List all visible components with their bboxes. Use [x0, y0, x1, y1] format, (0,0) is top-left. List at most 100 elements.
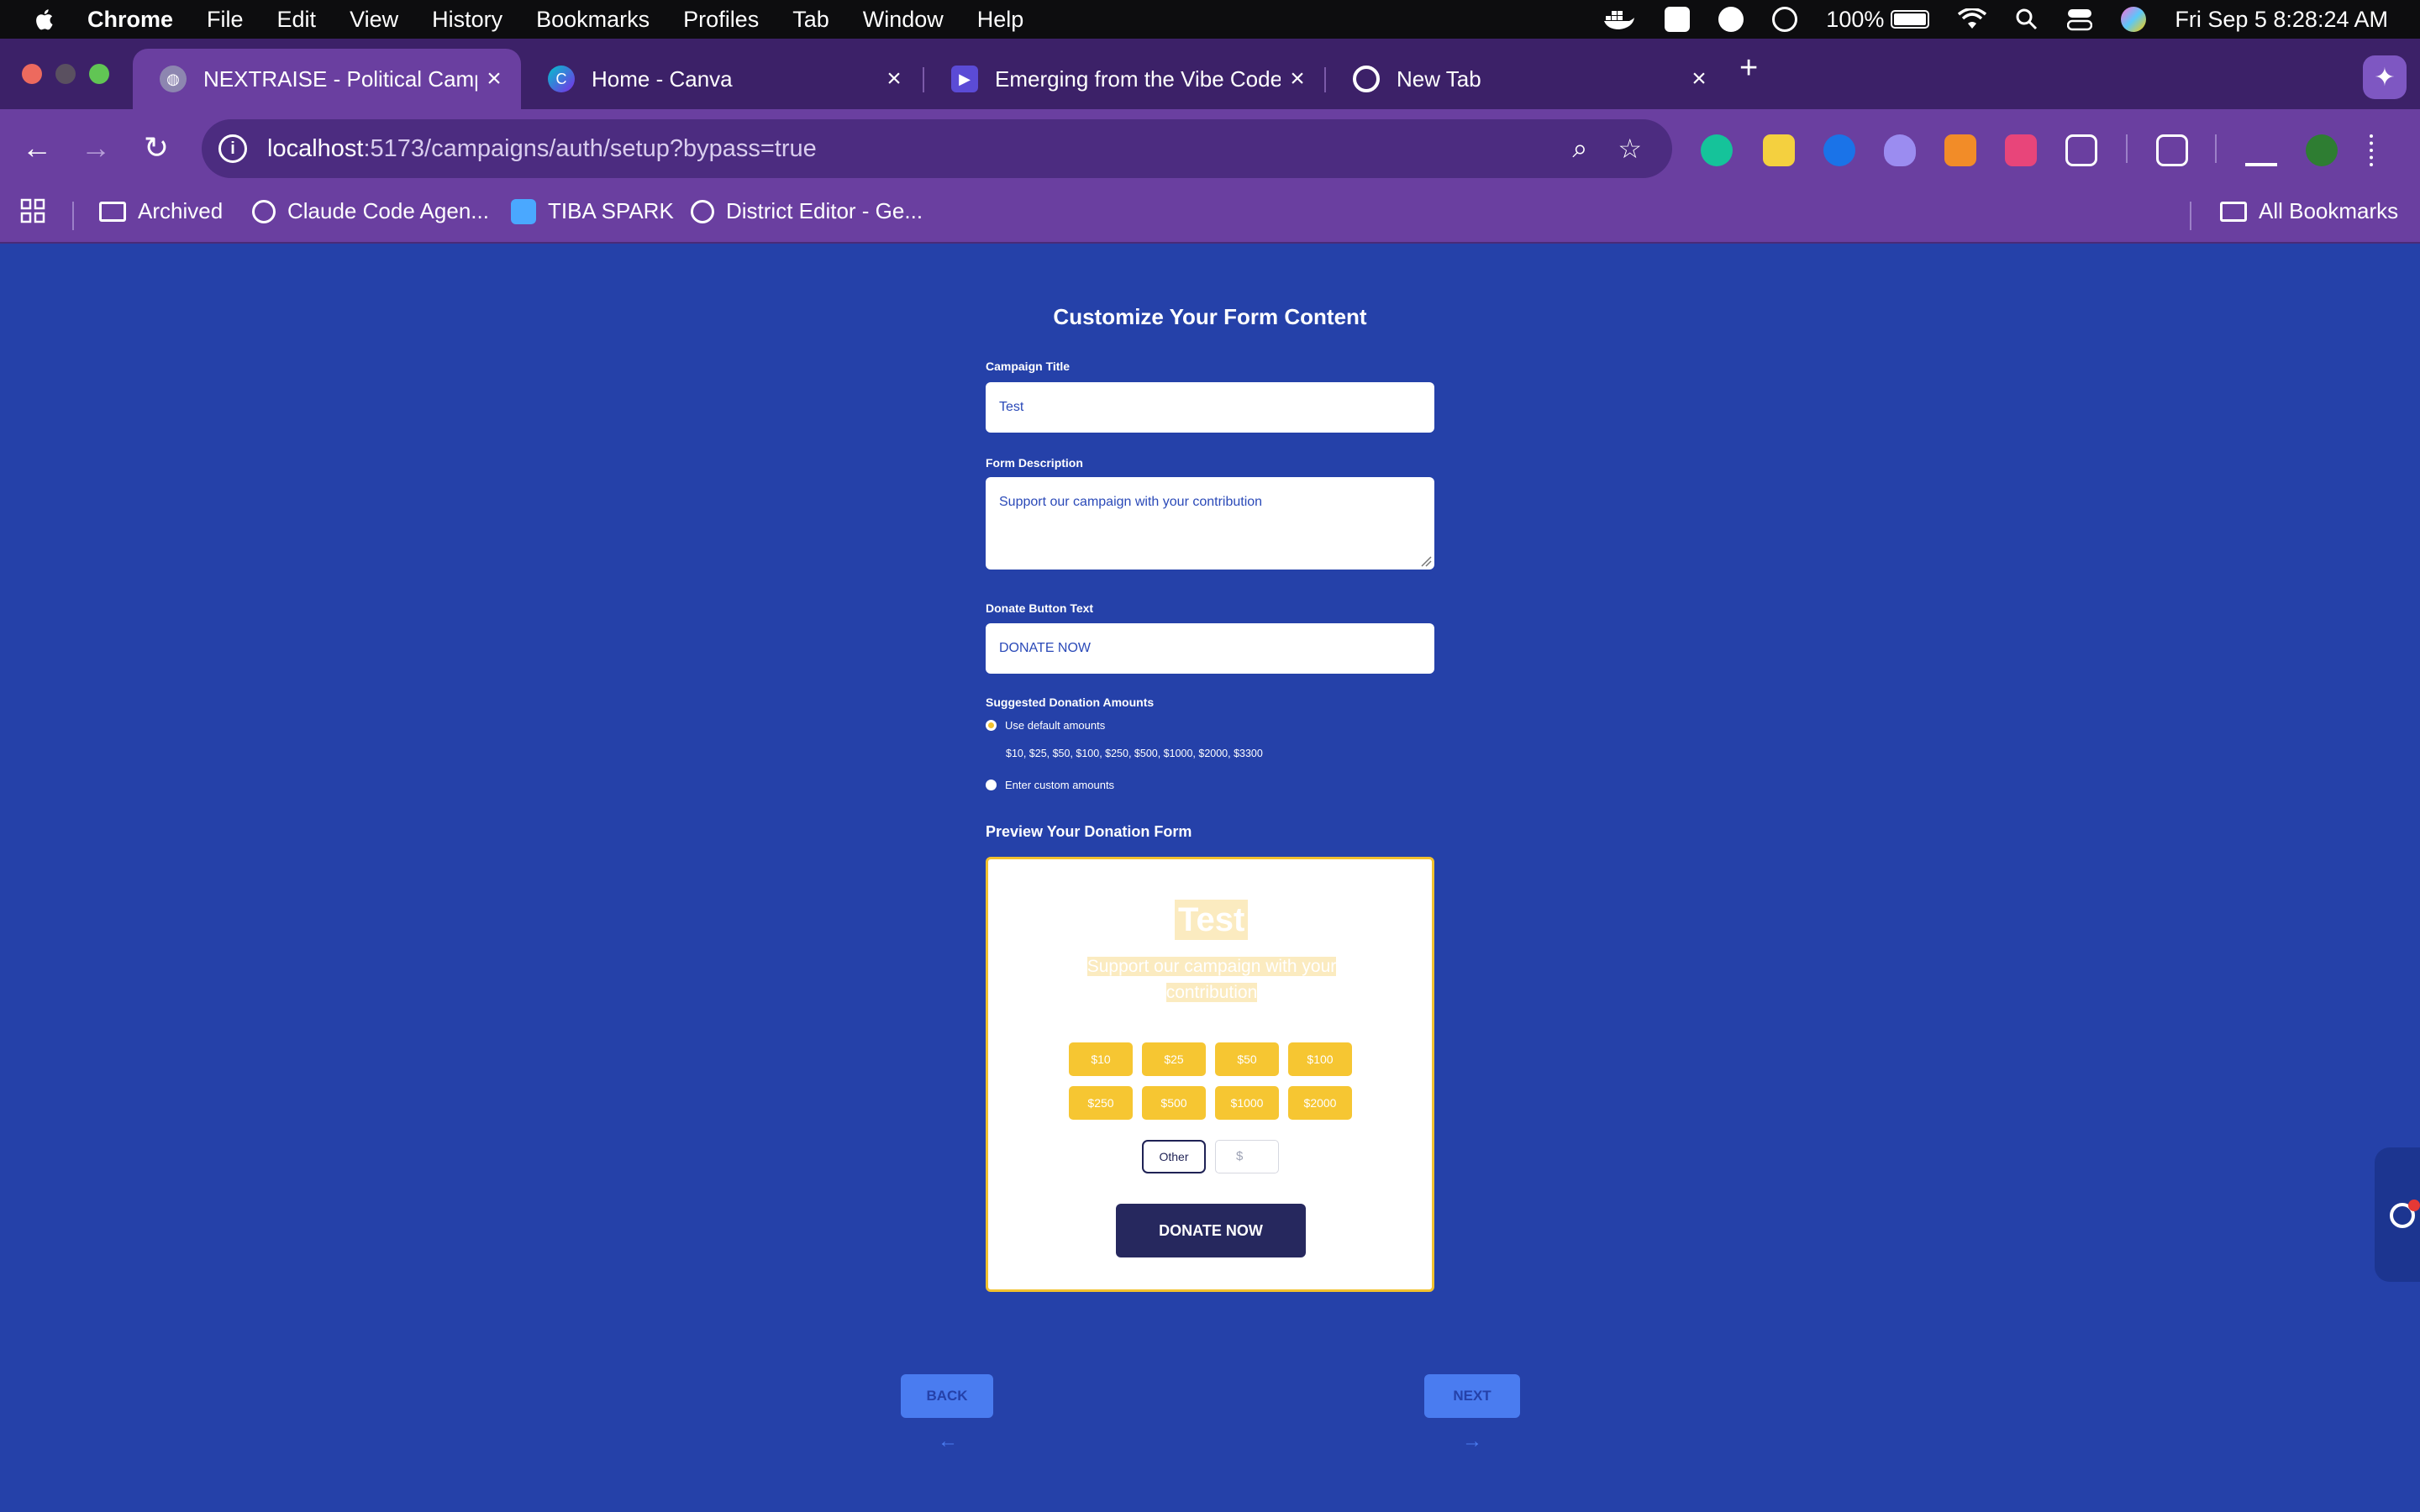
drive-icon[interactable] — [1665, 7, 1691, 32]
profile-avatar[interactable] — [2306, 134, 2338, 166]
kebab-menu-icon[interactable] — [2370, 134, 2378, 166]
tab-close-icon[interactable]: × — [877, 65, 911, 93]
tab-new-tab[interactable]: New Tab × — [1326, 49, 1726, 109]
tab-title: Emerging from the Vibe Code — [995, 66, 1281, 92]
back-arrow-icon[interactable]: ← — [13, 124, 60, 171]
apps-grid-icon[interactable] — [20, 198, 45, 223]
amount-button[interactable]: $2000 — [1288, 1086, 1352, 1120]
amount-button[interactable]: $50 — [1215, 1042, 1279, 1076]
circle-extension-icon[interactable] — [1823, 134, 1855, 166]
new-tab-plus-icon[interactable]: + — [1739, 50, 1758, 87]
window-zoom-button[interactable] — [89, 64, 109, 84]
download-icon[interactable] — [2245, 134, 2277, 166]
tiba-spark-icon — [511, 198, 536, 224]
preview-description: Support our campaign with your contribut… — [1064, 953, 1360, 1005]
bookmark-star-icon[interactable]: ☆ — [1618, 133, 1642, 165]
window-minimize-button[interactable] — [55, 64, 76, 84]
site-info-icon[interactable]: i — [218, 134, 247, 163]
radio-default-amounts[interactable]: Use default amounts — [986, 719, 1105, 732]
lens-search-icon[interactable] — [2156, 134, 2188, 166]
grammarly-icon[interactable] — [1718, 7, 1744, 32]
suggested-amounts-label: Suggested Donation Amounts — [986, 696, 1155, 709]
window-close-button[interactable] — [22, 64, 42, 84]
metamask-extension-icon[interactable] — [1944, 134, 1976, 166]
amount-button[interactable]: $100 — [1288, 1042, 1352, 1076]
address-url[interactable]: localhost:5173/campaigns/auth/setup?bypa… — [267, 135, 1572, 163]
tab-close-icon[interactable]: × — [477, 65, 511, 93]
forward-arrow-icon[interactable]: → — [72, 124, 119, 171]
zoom-icon[interactable]: ⌕ — [1572, 133, 1587, 165]
next-button[interactable]: NEXT — [1424, 1374, 1520, 1418]
preview-donate-button[interactable]: DONATE NOW — [1116, 1204, 1306, 1257]
tab-close-icon[interactable]: × — [1682, 65, 1716, 93]
bookmarks-separator — [72, 202, 74, 230]
spotlight-search-icon[interactable] — [2015, 8, 2039, 31]
campaign-title-input[interactable]: Test — [986, 382, 1434, 433]
pink-extension-icon[interactable] — [2005, 134, 2037, 166]
control-center-icon[interactable] — [2067, 8, 2093, 31]
amount-button[interactable]: $1000 — [1215, 1086, 1279, 1120]
browser-toolbar: ← → ↻ i localhost:5173/campaigns/auth/se… — [0, 109, 2420, 186]
battery-status[interactable]: 100% — [1826, 7, 1930, 33]
bookmark-label: Archived — [138, 198, 224, 223]
account-icon[interactable] — [1772, 7, 1798, 32]
donate-button-text-label: Donate Button Text — [986, 601, 1094, 615]
other-amount-input[interactable]: $ — [1215, 1140, 1279, 1173]
menu-help[interactable]: Help — [977, 7, 1024, 33]
menu-clock[interactable]: Fri Sep 5 8:28:24 AM — [2175, 7, 2388, 33]
wifi-icon[interactable] — [1958, 8, 1987, 30]
bookmarks-separator — [2190, 202, 2191, 230]
donate-button-text-input[interactable]: DONATE NOW — [986, 623, 1434, 674]
bookmark-label: Claude Code Agen... — [287, 198, 489, 223]
next-arrow-icon[interactable]: → — [1462, 1430, 1482, 1453]
form-description-value: Support our campaign with your contribut… — [999, 495, 1263, 509]
form-description-textarea[interactable]: Support our campaign with your contribut… — [986, 477, 1434, 570]
menu-window[interactable]: Window — [863, 7, 944, 33]
menu-history[interactable]: History — [432, 7, 502, 33]
form-heading: Customize Your Form Content — [1053, 304, 1367, 329]
tab-nextraise[interactable]: ◍ NEXTRAISE - Political Campa × — [133, 49, 521, 109]
amount-button[interactable]: $500 — [1142, 1086, 1206, 1120]
back-arrow-icon[interactable]: ← — [938, 1430, 958, 1453]
puzzle-extensions-icon[interactable] — [2065, 134, 2097, 166]
menu-tab[interactable]: Tab — [792, 7, 829, 33]
apple-logo-icon[interactable] — [34, 7, 54, 32]
menu-app-name[interactable]: Chrome — [87, 7, 173, 33]
tab-close-icon[interactable]: × — [1281, 65, 1314, 93]
radio-custom-label: Enter custom amounts — [1005, 779, 1115, 791]
r-extension-icon[interactable] — [1763, 134, 1795, 166]
all-bookmarks-folder[interactable]: All Bookmarks — [2220, 198, 2398, 224]
radio-unchecked-icon[interactable] — [986, 780, 997, 790]
amount-button[interactable]: $10 — [1069, 1042, 1133, 1076]
reload-icon[interactable]: ↻ — [133, 124, 180, 171]
preview-campaign-title: Test — [1175, 900, 1249, 940]
radio-checked-icon[interactable] — [986, 720, 997, 731]
resize-grip-icon[interactable] — [1420, 555, 1432, 567]
globe-icon — [691, 199, 714, 223]
battery-icon — [1891, 10, 1930, 29]
grammarly-extension-icon[interactable] — [1701, 134, 1733, 166]
floating-help-widget[interactable] — [2375, 1147, 2420, 1282]
gemini-sparkle-icon[interactable]: ✦ — [2363, 55, 2407, 99]
docker-icon[interactable] — [1602, 8, 1636, 31]
bookmark-claude-code[interactable]: Claude Code Agen... — [252, 198, 489, 224]
menu-view[interactable]: View — [350, 7, 398, 33]
tab-canva[interactable]: C Home - Canva × — [521, 49, 921, 109]
blob-extension-icon[interactable] — [1884, 134, 1916, 166]
menu-edit[interactable]: Edit — [277, 7, 317, 33]
menu-file[interactable]: File — [207, 7, 244, 33]
radio-custom-amounts[interactable]: Enter custom amounts — [986, 779, 1114, 791]
tab-emerging-vibe-code[interactable]: ▶ Emerging from the Vibe Code × — [924, 49, 1324, 109]
address-bar[interactable]: i localhost:5173/campaigns/auth/setup?by… — [202, 119, 1672, 178]
amount-button[interactable]: $250 — [1069, 1086, 1133, 1120]
siri-icon[interactable] — [2121, 7, 2147, 32]
back-button[interactable]: BACK — [901, 1374, 993, 1418]
bookmark-district-editor[interactable]: District Editor - Ge... — [691, 198, 923, 224]
bookmark-archived[interactable]: Archived — [99, 198, 223, 224]
other-amount-button[interactable]: Other — [1142, 1140, 1206, 1173]
bookmark-tiba-spark[interactable]: TIBA SPARK — [511, 198, 674, 224]
menu-profiles[interactable]: Profiles — [683, 7, 759, 33]
menu-bookmarks[interactable]: Bookmarks — [536, 7, 650, 33]
amount-button[interactable]: $25 — [1142, 1042, 1206, 1076]
chrome-icon — [1353, 66, 1380, 92]
